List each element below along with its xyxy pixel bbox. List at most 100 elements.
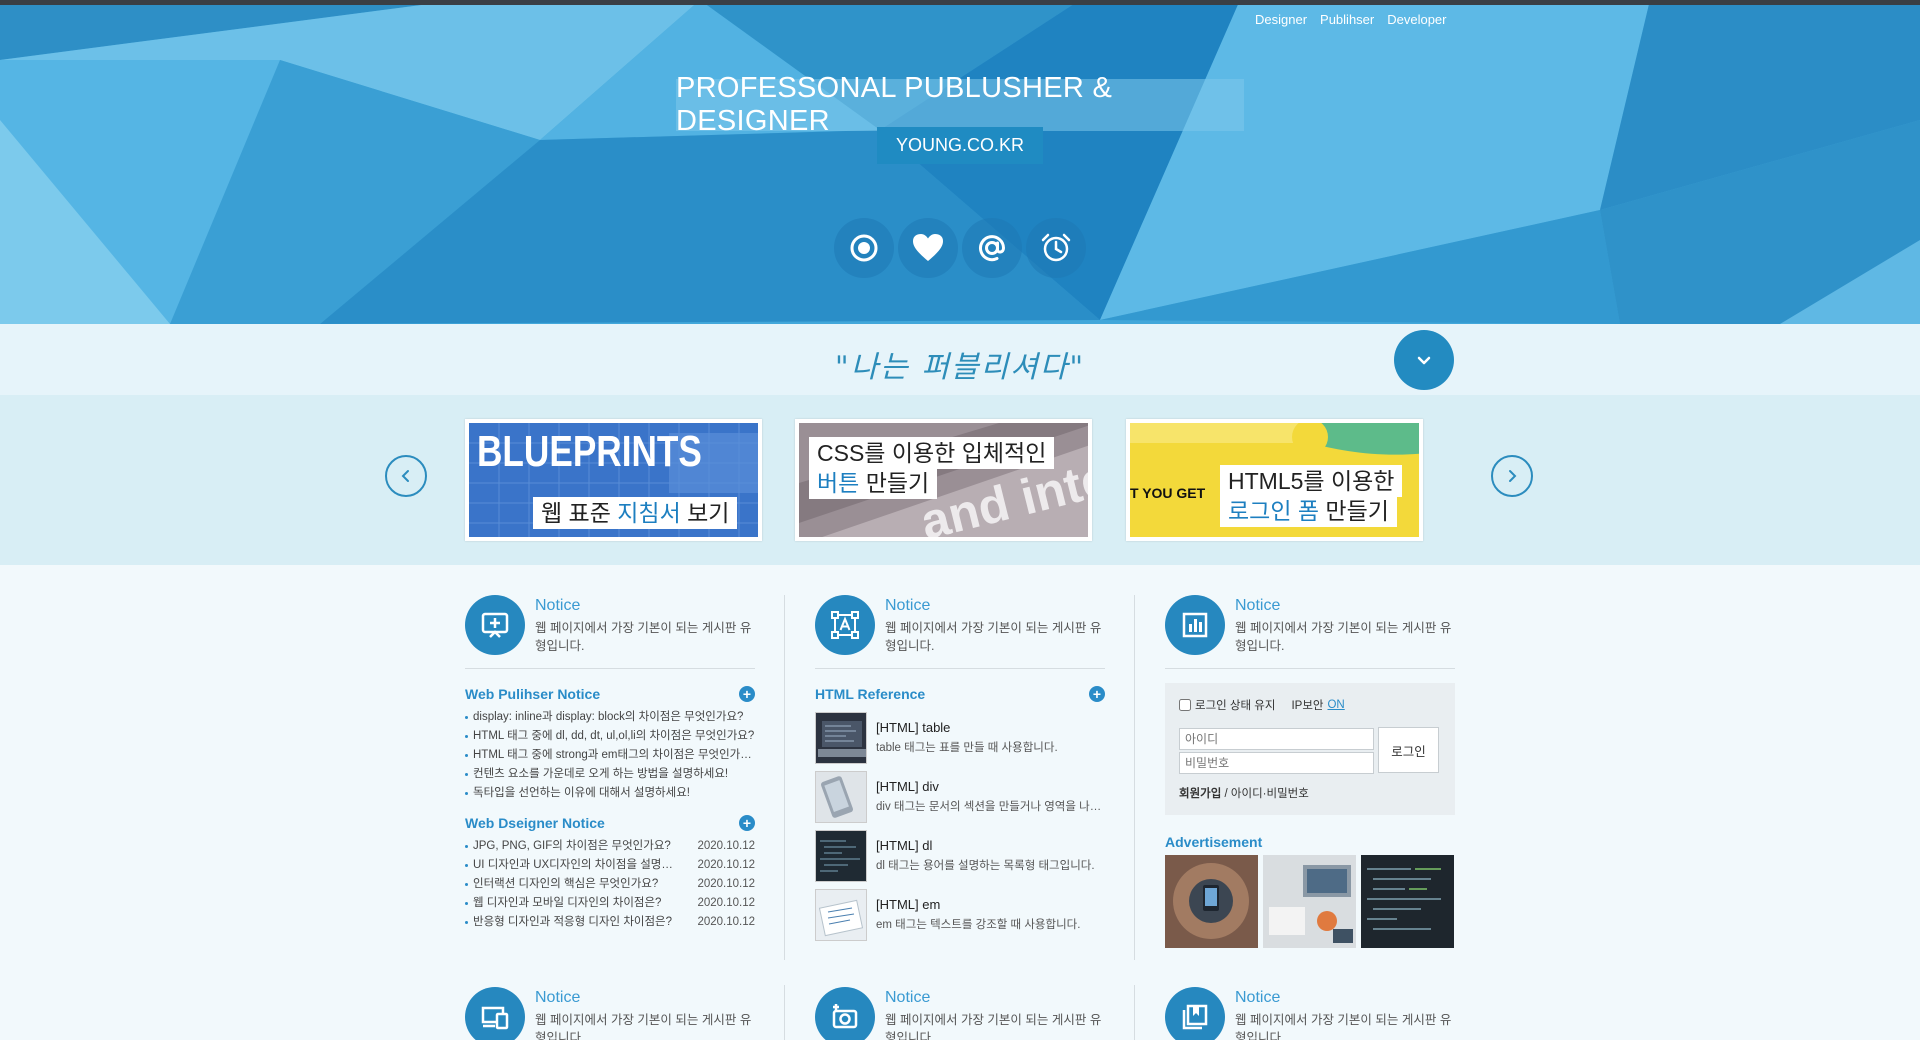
text-frame-icon bbox=[815, 595, 875, 655]
notice-desc: 웹 페이지에서 가장 기본이 되는 게시판 유형입니다. bbox=[1235, 621, 1452, 653]
reference-desc: table 태그는 표를 만들 때 사용합니다. bbox=[876, 742, 1058, 754]
slider-next-button[interactable] bbox=[1491, 455, 1533, 497]
reference-item[interactable]: [HTML] dl dl 태그는 용어를 설명하는 목록형 태그입니다. bbox=[815, 828, 1105, 887]
site-subtitle: YOUNG.CO.KR bbox=[895, 135, 1024, 155]
divider bbox=[815, 668, 1105, 669]
slide-html5-login[interactable]: T YOU GET HTML5를 이용한 로그인 폼 만들기 bbox=[1126, 419, 1423, 541]
list-item[interactable]: HTML 태그 중에 dl, dd, dt, ul,ol,li의 차이점은 무엇… bbox=[465, 727, 755, 746]
notebook-thumbnail bbox=[815, 889, 867, 941]
reference-title: [HTML] em bbox=[876, 897, 941, 912]
column-divider bbox=[784, 595, 785, 960]
notice-header: Notice 웹 페이지에서 가장 기본이 되는 게시판 유형입니다. bbox=[465, 987, 755, 1040]
list-item[interactable]: 컨텐츠 요소를 가운데로 오게 하는 방법을 설명하세요! bbox=[465, 765, 755, 784]
notice-row2-col3: Notice 웹 페이지에서 가장 기본이 되는 게시판 유형입니다. bbox=[1165, 987, 1455, 1040]
notice-title[interactable]: Notice bbox=[1235, 989, 1280, 1007]
reference-more-button[interactable]: + bbox=[1089, 686, 1105, 702]
login-box: 로그인 상태 유지 IP보안 ON 로그인 회원가입 / 아이디·비밀번호 bbox=[1165, 683, 1455, 815]
reference-item[interactable]: [HTML] em em 태그는 텍스트를 강조할 때 사용합니다. bbox=[815, 887, 1105, 946]
notice-desc: 웹 페이지에서 가장 기본이 되는 게시판 유형입니다. bbox=[885, 1013, 1102, 1040]
slide-3-side-text: T YOU GET bbox=[1130, 485, 1206, 501]
ad-image-3[interactable] bbox=[1361, 855, 1454, 948]
ip-security-label: IP보안 bbox=[1291, 700, 1324, 712]
ip-security-toggle[interactable]: ON bbox=[1327, 699, 1344, 711]
list-item[interactable]: display: inline과 display: block의 차이점은 무엇… bbox=[465, 708, 755, 727]
id-input[interactable] bbox=[1179, 728, 1374, 750]
slider-prev-button[interactable] bbox=[385, 455, 427, 497]
menu-publisher-link[interactable]: Publihser bbox=[1320, 12, 1374, 27]
notice-title[interactable]: Notice bbox=[535, 597, 580, 615]
menu-developer-link[interactable]: Developer bbox=[1387, 12, 1446, 27]
column-divider bbox=[1134, 985, 1135, 1040]
html-reference-label[interactable]: HTML Reference bbox=[815, 686, 925, 702]
header: Designer Publihser Developer PROFESSONAL… bbox=[0, 0, 1920, 324]
bookmark-stack-icon bbox=[1165, 987, 1225, 1040]
scroll-down-button[interactable] bbox=[1394, 330, 1454, 390]
ad-image-1[interactable] bbox=[1165, 855, 1258, 948]
notice-title[interactable]: Notice bbox=[1235, 597, 1280, 615]
slogan-text: "나는 퍼블리셔다" bbox=[834, 350, 1086, 385]
reference-desc: em 태그는 텍스트를 강조할 때 사용합니다. bbox=[876, 919, 1081, 931]
column-divider bbox=[784, 985, 785, 1040]
slogan-bar: "나는 퍼블리셔다" bbox=[0, 324, 1920, 395]
designer-notice-label[interactable]: Web Dseigner Notice bbox=[465, 815, 605, 831]
publisher-more-button[interactable]: + bbox=[739, 686, 755, 702]
ad-image-2[interactable] bbox=[1263, 855, 1356, 948]
notice-title[interactable]: Notice bbox=[885, 989, 930, 1007]
publisher-notice-label[interactable]: Web Pulihser Notice bbox=[465, 686, 600, 702]
login-links: 회원가입 / 아이디·비밀번호 bbox=[1179, 785, 1309, 801]
list-item[interactable]: UI 디자인과 UX디자인의 차이점을 설명하세요 2020.10.12 bbox=[465, 856, 755, 875]
plus-square-icon bbox=[465, 595, 525, 655]
notice-title[interactable]: Notice bbox=[535, 989, 580, 1007]
alarm-clock-icon[interactable] bbox=[1026, 218, 1086, 278]
reference-desc: div 태그는 문서의 섹션을 만들거나 영역을 나눌 때 사용합니다. bbox=[876, 801, 1105, 813]
keep-login-checkbox[interactable] bbox=[1179, 699, 1191, 711]
notice-title[interactable]: Notice bbox=[885, 597, 930, 615]
site-subtitle-box: YOUNG.CO.KR bbox=[877, 127, 1043, 164]
advertisement-title: Advertisement bbox=[1165, 834, 1263, 850]
list-item[interactable]: 웹 디자인과 모바일 디자인의 차이점은? 2020.10.12 bbox=[465, 894, 755, 913]
slide-1-caption: 웹 표준 지침서 보기 bbox=[533, 497, 738, 529]
code-thumbnail bbox=[815, 830, 867, 882]
list-item[interactable]: 독타입을 선언하는 이유에 대해서 설명하세요! bbox=[465, 784, 755, 803]
slide-1-title: BLUEPRINTS bbox=[477, 427, 702, 476]
chevron-left-icon bbox=[401, 470, 409, 482]
notice-desc: 웹 페이지에서 가장 기본이 되는 게시판 유형입니다. bbox=[535, 621, 752, 653]
slide-2-line1: CSS를 이용한 입체적인 bbox=[809, 437, 1055, 469]
designer-notice-list: JPG, PNG, GIF의 차이점은 무엇인가요? 2020.10.12 UI … bbox=[465, 837, 755, 932]
login-button[interactable]: 로그인 bbox=[1378, 727, 1439, 773]
notice-row2-col2: Notice 웹 페이지에서 가장 기본이 되는 게시판 유형입니다. bbox=[815, 987, 1105, 1040]
camera-add-icon bbox=[815, 987, 875, 1040]
notice-desc: 웹 페이지에서 가장 기본이 되는 게시판 유형입니다. bbox=[885, 621, 1102, 653]
find-account-link[interactable]: 아이디·비밀번호 bbox=[1231, 788, 1309, 800]
join-link[interactable]: 회원가입 bbox=[1179, 788, 1221, 800]
slide-css-button[interactable]: and inte CSS를 이용한 입체적인 버튼 만들기 bbox=[795, 419, 1092, 541]
notice-header: Notice 웹 페이지에서 가장 기본이 되는 게시판 유형입니다. bbox=[465, 595, 755, 655]
notice-desc: 웹 페이지에서 가장 기본이 되는 게시판 유형입니다. bbox=[535, 1013, 752, 1040]
menu-designer-link[interactable]: Designer bbox=[1255, 12, 1307, 27]
divider bbox=[465, 668, 755, 669]
reference-item[interactable]: [HTML] table table 태그는 표를 만들 때 사용합니다. bbox=[815, 710, 1105, 769]
at-icon[interactable] bbox=[962, 218, 1022, 278]
list-item[interactable]: HTML 태그 중에 strong과 em태그의 차이점은 무엇인가요? bbox=[465, 746, 755, 765]
notice-row2-col1: Notice 웹 페이지에서 가장 기본이 되는 게시판 유형입니다. bbox=[465, 987, 755, 1040]
devices-icon bbox=[465, 987, 525, 1040]
notice-header: Notice 웹 페이지에서 가장 기본이 되는 게시판 유형입니다. bbox=[1165, 987, 1455, 1040]
site-title-box: PROFESSONAL PUBLUSHER & DESIGNER bbox=[676, 72, 1244, 137]
notice-desc: 웹 페이지에서 가장 기본이 되는 게시판 유형입니다. bbox=[1235, 1013, 1452, 1040]
login-column: Notice 웹 페이지에서 가장 기본이 되는 게시판 유형입니다. 로그인 … bbox=[1165, 595, 1455, 948]
heart-icon[interactable] bbox=[898, 218, 958, 278]
slide-blueprints[interactable]: BLUEPRINTS 웹 표준 지침서 보기 bbox=[465, 419, 762, 541]
publisher-notice-list: display: inline과 display: block의 차이점은 무엇… bbox=[465, 708, 755, 803]
chevron-down-icon bbox=[1417, 356, 1431, 365]
list-item[interactable]: 반응형 디자인과 적응형 디자인 차이점은? 2020.10.12 bbox=[465, 913, 755, 932]
password-input[interactable] bbox=[1179, 752, 1374, 774]
designer-more-button[interactable]: + bbox=[739, 815, 755, 831]
record-icon[interactable] bbox=[834, 218, 894, 278]
reference-item[interactable]: [HTML] div div 태그는 문서의 섹션을 만들거나 영역을 나눌 때… bbox=[815, 769, 1105, 828]
separator: / bbox=[1221, 788, 1231, 800]
list-item[interactable]: 인터랙션 디자인의 핵심은 무엇인가요? 2020.10.12 bbox=[465, 875, 755, 894]
designer-notice-title: Web Dseigner Notice + bbox=[465, 815, 755, 833]
publisher-notice-title: Web Pulihser Notice + bbox=[465, 686, 755, 704]
list-item[interactable]: JPG, PNG, GIF의 차이점은 무엇인가요? 2020.10.12 bbox=[465, 837, 755, 856]
banner-slider: BLUEPRINTS 웹 표준 지침서 보기 and inte CSS를 이용한… bbox=[0, 395, 1920, 565]
